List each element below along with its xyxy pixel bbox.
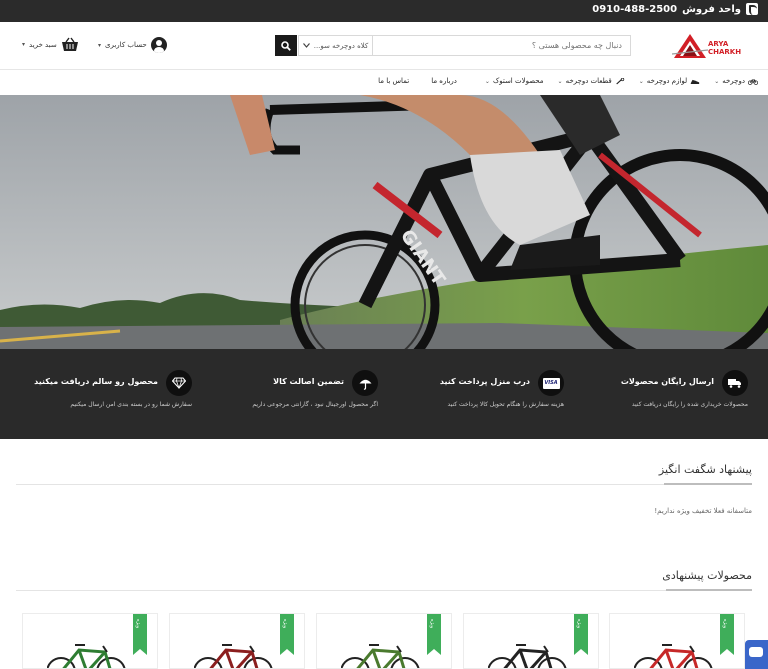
user-avatar-icon: [150, 37, 167, 53]
nav-item-stock[interactable]: محصولات استوک ⌄: [485, 77, 544, 85]
main-navigation: دوچرخه ⌄ لوازم دوچرخه ⌄ قطعات دوچرخه ⌄ م…: [0, 70, 768, 95]
feature-title: ارسال رایگان محصولات: [620, 377, 714, 386]
nav-item-contact[interactable]: تماس با ما: [378, 77, 409, 85]
feature-desc: محصولات خریداری شده را رایگان دریافت کنی…: [631, 401, 748, 408]
logo-line-2: CHARKH: [708, 48, 742, 56]
product-card[interactable]: ویژه: [609, 613, 745, 669]
product-card[interactable]: ویژه: [22, 613, 158, 669]
chevron-down-icon: ⌄: [557, 77, 563, 85]
bicycle-product-image: [634, 644, 713, 668]
chevron-down-icon: ⌄: [714, 77, 720, 85]
cart-label: سبد خرید: [29, 40, 57, 49]
cyclist-road-bike-illustration: GIANT: [0, 95, 768, 349]
feature-safe-delivery: محصول رو سالم دریافت میکنید سفارش شما رو…: [22, 370, 192, 420]
search-category-select[interactable]: کلاه دوچرخه سو...: [299, 36, 373, 55]
feature-desc: اگر محصول اورجینال نبود ، گارانتی مرجوعی…: [252, 401, 378, 408]
ribbon-label: ویژه: [576, 619, 582, 629]
feature-title: محصول رو سالم دریافت میکنید: [34, 377, 158, 386]
hero-banner[interactable]: GIANT: [0, 95, 768, 349]
nav-item-bicycles[interactable]: دوچرخه ⌄: [714, 77, 758, 85]
sales-label: واحد فروش: [682, 3, 741, 15]
search-box: کلاه دوچرخه سو...: [298, 35, 631, 56]
section-title-underline: [664, 483, 752, 485]
chevron-down-icon: [302, 43, 310, 48]
feature-desc: هزینه سفارش را هنگام تحویل کالا پرداخت ک…: [447, 401, 564, 408]
sales-phone[interactable]: واحد فروش 0910-488-2500: [592, 3, 758, 15]
nav-item-label: دوچرخه: [722, 77, 745, 85]
nav-item-label: لوازم دوچرخه: [646, 77, 688, 85]
product-card[interactable]: ویژه: [316, 613, 452, 669]
account-label: حساب کاربری: [105, 41, 147, 49]
ribbon-label: ویژه: [282, 619, 288, 629]
section-divider: [16, 590, 752, 591]
bicycle-product-image: [194, 644, 273, 668]
feature-title: درب منزل پرداخت کنید: [439, 377, 530, 386]
search-button[interactable]: [275, 35, 297, 56]
search-category-value: کلاه دوچرخه سو...: [313, 41, 369, 50]
top-bar: واحد فروش 0910-488-2500: [0, 0, 768, 22]
diamond-icon: [172, 377, 186, 389]
chevron-down-icon: ▾: [22, 41, 26, 48]
bicycle-product-image: [47, 644, 126, 668]
feature-desc: سفارش شما رو در بسته بندی امن ارسال میکن…: [70, 401, 192, 408]
special-ribbon: ویژه: [427, 614, 441, 655]
amazing-offer-title: پیشنهاد شگفت انگیز: [658, 463, 752, 476]
visa-text: VISA: [544, 380, 558, 386]
chevron-down-icon: ▾: [98, 41, 102, 49]
logo-line-1: ARYA: [708, 40, 729, 48]
nav-item-label: تماس با ما: [378, 77, 410, 85]
nav-item-label: محصولات استوک: [492, 77, 544, 85]
phone-number: 0910-488-2500: [592, 3, 678, 15]
nav-item-accessories[interactable]: لوازم دوچرخه ⌄: [639, 77, 700, 85]
section-divider: [16, 484, 752, 485]
special-ribbon: ویژه: [574, 614, 588, 655]
nav-item-parts[interactable]: قطعات دوچرخه ⌄: [558, 77, 625, 85]
feature-cash-on-delivery: VISA درب منزل پرداخت کنید هزینه سفارش را…: [394, 370, 564, 420]
ribbon-label: ویژه: [722, 619, 728, 629]
basket-icon: [61, 37, 78, 51]
site-header: ARYA CHARKH کلاه دوچرخه سو... حساب کاربر…: [0, 22, 768, 70]
shoe-icon: [691, 79, 700, 84]
logo-mark-icon: [672, 34, 708, 58]
section-title-underline: [666, 589, 752, 591]
feature-free-shipping: ارسال رایگان محصولات محصولات خریداری شده…: [578, 370, 748, 420]
chevron-down-icon: ⌄: [484, 77, 490, 85]
nav-item-about[interactable]: درباره ما: [431, 77, 457, 85]
bicycle-product-image: [341, 644, 420, 668]
special-ribbon: ویژه: [133, 614, 147, 655]
nav-item-label: درباره ما: [431, 77, 457, 85]
features-bar: ارسال رایگان محصولات محصولات خریداری شده…: [0, 349, 768, 439]
nav-item-label: قطعات دوچرخه: [565, 77, 612, 85]
umbrella-icon: [359, 379, 371, 390]
product-card[interactable]: ویژه: [463, 613, 599, 669]
phone-icon: [746, 3, 758, 15]
bicycle-product-image: [488, 644, 567, 668]
search-input[interactable]: [372, 36, 630, 55]
truck-icon: [728, 379, 741, 388]
chat-widget-button[interactable]: [745, 640, 768, 669]
feature-authenticity: تضمین اصالت کالا اگر محصول اورجینال نبود…: [208, 370, 378, 420]
chevron-down-icon: ⌄: [638, 77, 644, 85]
amazing-offer-empty-note: متاسفانه فعلا تخفیف ویژه نداریم!: [654, 507, 752, 515]
special-ribbon: ویژه: [280, 614, 294, 655]
cart-button[interactable]: سبد خرید ▾: [22, 37, 79, 52]
feature-title: تضمین اصالت کالا: [273, 377, 344, 386]
visa-card-icon: VISA: [542, 377, 560, 389]
wrench-icon: [616, 77, 624, 84]
site-logo[interactable]: ARYA CHARKH: [672, 32, 746, 60]
user-account-menu[interactable]: حساب کاربری ▾: [98, 37, 167, 53]
ribbon-label: ویژه: [135, 619, 141, 629]
product-card[interactable]: ویژه: [169, 613, 305, 669]
ribbon-label: ویژه: [429, 619, 435, 629]
search-icon: [281, 40, 291, 51]
bicycle-icon: [748, 78, 758, 85]
suggested-products-title: محصولات پیشنهادی: [662, 569, 752, 582]
special-ribbon: ویژه: [720, 614, 734, 655]
